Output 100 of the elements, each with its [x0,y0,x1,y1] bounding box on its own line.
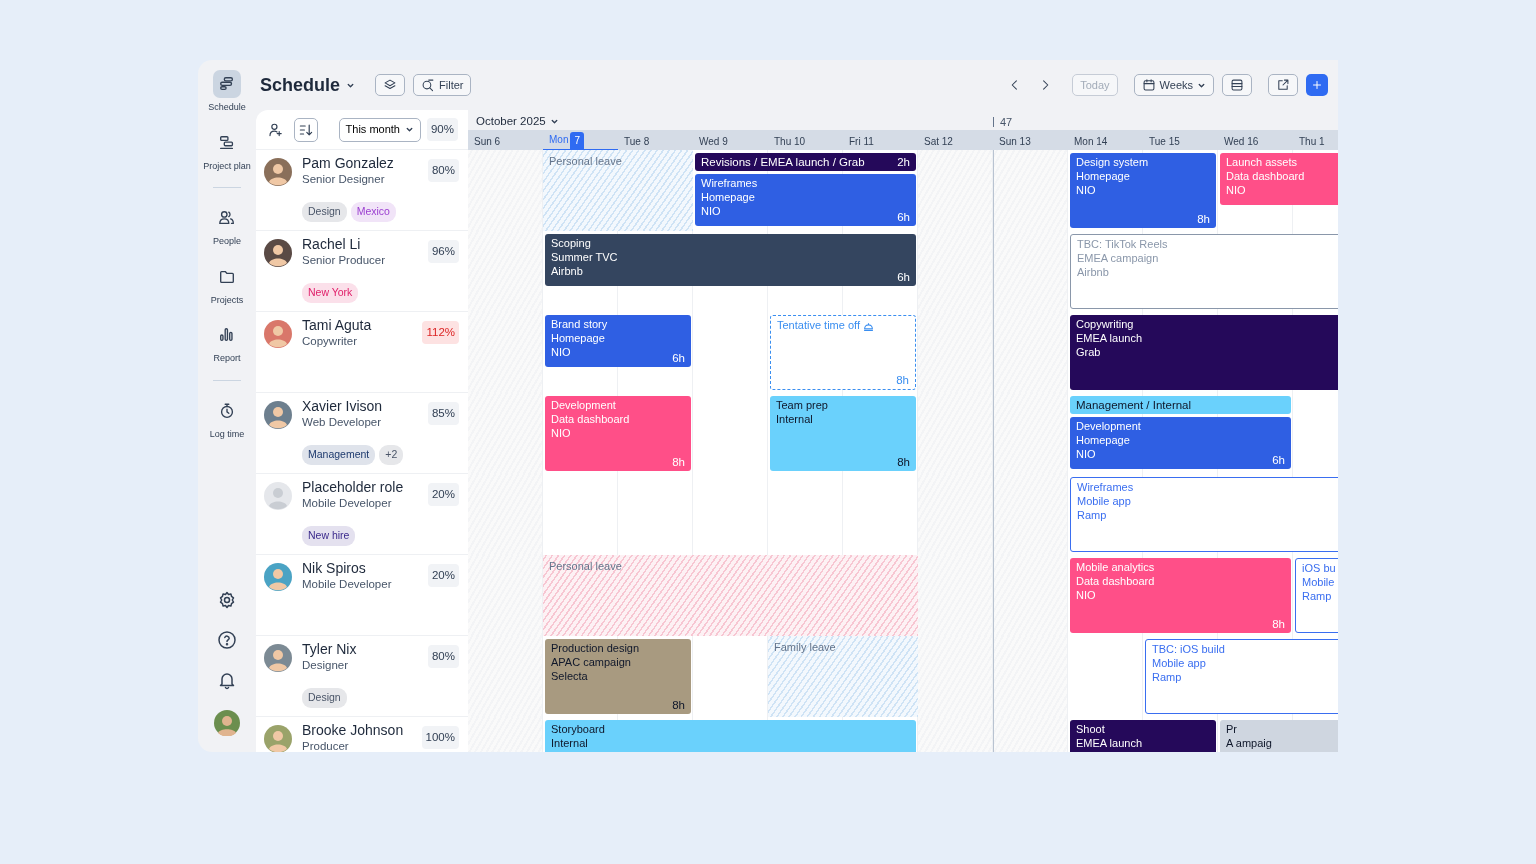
timeline-icon [218,133,236,152]
tag: Management [302,445,376,465]
event-card[interactable]: Copywriting EMEA launch Grab [1070,315,1338,390]
event-card[interactable]: Pr A ampaig [1220,720,1338,752]
hours-label: 6h [897,210,910,224]
day-header: Mon 14 [1073,135,1109,149]
event-text: Homepage [1076,169,1130,183]
layout-button[interactable] [1222,74,1252,96]
settings-icon [217,590,237,610]
person-name: Placeholder role [302,479,405,496]
event-card[interactable]: Development Homepage NIO 6h [1070,417,1291,469]
event-text: Shoot [1076,722,1105,736]
nav-item[interactable]: Schedule [208,70,246,115]
utilization-badge: 90% [426,117,458,142]
person-name: Tyler Nix [302,641,358,658]
event-text: Internal [551,736,588,750]
event-text: Production design [551,641,640,655]
event-text: NIO [1076,447,1096,461]
export-button[interactable] [1268,74,1298,96]
event-card[interactable]: Wireframes Mobile app Ramp [1070,477,1338,552]
person-role: Designer [302,658,350,672]
event-text: Wireframes [701,176,758,190]
event-text: Scoping [551,236,591,250]
event-text: Ramp [1152,670,1182,684]
search-icon [421,78,436,92]
event-text: Wireframes [1077,480,1134,494]
day-header: Fri 11 [848,135,875,149]
event-card[interactable]: Design system Homepage NIO 8h [1070,153,1216,228]
person-name: Xavier Ivison [302,398,384,415]
tag: Mexico [350,202,396,222]
event-bar[interactable]: Revisions / EMEA launch / Grab 2h [695,153,916,171]
event-card[interactable]: Team prep Internal 8h [770,396,916,471]
event-text: Development [1076,419,1141,433]
day-header: Wed 16 [1223,135,1260,149]
event-card[interactable]: Brand story Homepage NIO 6h [545,315,691,367]
hours-label: 8h [897,455,910,469]
person-role: Web Developer [302,415,383,429]
hours-label: 6h [1272,453,1285,467]
event-text: Homepage [1076,433,1130,447]
hours-label: 8h [1197,212,1210,226]
hours-label: 8h [672,698,685,712]
event-text: Design system [1076,155,1149,169]
sort-button[interactable] [294,117,318,142]
event-text: Data dashboard [1226,169,1305,183]
event-text: EMEA campaign [1077,251,1159,265]
event-card[interactable]: Storyboard Internal [545,720,916,752]
nav-item[interactable]: Report [213,321,241,366]
nav-item[interactable]: People [213,204,241,249]
event-text: Revisions / EMEA launch / Grab [701,155,865,169]
event-card[interactable]: Production design APAC campaign Selecta 8h [545,639,691,714]
event-text: Storyboard [551,722,605,736]
event-text: Data dashboard [551,412,630,426]
event-card[interactable]: iOS bu Mobile Ramp [1295,558,1338,633]
title-dropdown[interactable]: Schedule [260,71,368,99]
event-text: iOS bu [1302,561,1336,575]
event-text: Ramp [1302,589,1332,603]
event-text: Team prep [776,398,828,412]
person-name: Tami Aguta [302,317,373,334]
event-card[interactable]: Scoping Summer TVC Airbnb 6h [545,234,916,286]
tag: Design [302,202,347,222]
person-role: Copywriter [302,334,358,348]
calendar-icon [1141,78,1156,92]
nav-item[interactable]: Project plan [203,128,251,173]
leave-block: Family leave [768,636,918,717]
leave-block: Personal leave [543,555,918,636]
day-header: Sun 6 [473,135,502,149]
layers-icon [383,78,398,92]
event-text: NIO [1076,588,1096,602]
event-text: Brand story [551,317,608,331]
nav-item[interactable]: Projects [210,262,244,307]
tag: New hire [302,526,356,546]
time-off-card[interactable]: Tentative time off 8h [770,315,916,390]
tag: +2 [379,445,404,465]
event-text: Mobile app [1077,494,1131,508]
event-text: NIO [701,204,721,218]
event-text: Grab [1076,345,1101,359]
event-text: NIO [551,345,571,359]
event-bar[interactable]: Management / Internal [1070,396,1291,414]
event-text: Ramp [1077,508,1107,522]
event-text: Summer TVC [551,250,618,264]
utilization-badge: 85% [427,402,459,426]
day-header: Sat 12 [923,135,954,149]
filter-button[interactable]: Filter [413,74,472,96]
event-text: Airbnb [551,264,583,278]
month-dropdown[interactable]: October 2025 [468,112,618,130]
period-dropdown[interactable]: This month [338,117,421,142]
hours-label: 8h [896,373,909,387]
nav-item[interactable]: Log time [209,396,245,441]
event-text: Mobile app [1152,656,1206,670]
event-card[interactable]: TBC: iOS build Mobile app Ramp [1145,639,1338,714]
add-button[interactable] [1306,74,1328,96]
avatar[interactable] [214,710,240,736]
hours-label: 2h [897,155,910,169]
week-number: 47 [993,117,1068,127]
event-card[interactable]: Wireframes Homepage NIO 6h [695,174,916,226]
layers-button[interactable] [375,74,406,96]
event-card[interactable]: Shoot EMEA launch [1070,720,1216,752]
view-dropdown[interactable]: Weeks [1133,74,1214,96]
event-text: Development [551,398,616,412]
utilization-badge: 112% [422,321,459,345]
